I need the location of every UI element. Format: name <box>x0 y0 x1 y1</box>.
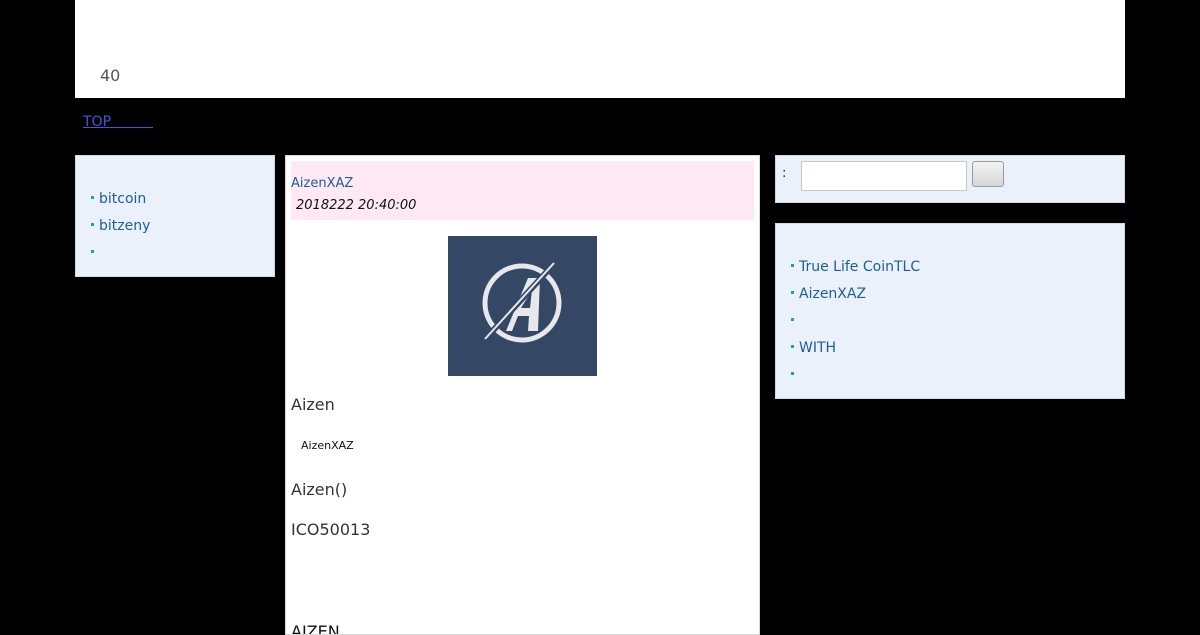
right-sidebar-item-3[interactable] <box>791 311 920 338</box>
right-link-list: True Life CoinTLC AizenXAZ WITH <box>791 257 920 392</box>
article-paragraph-2: AizenXAZ <box>301 439 354 452</box>
search-button[interactable] <box>972 161 1004 187</box>
article-paragraph-4: ICO50013 <box>291 520 371 539</box>
left-sidebar-item-3[interactable] <box>91 243 150 270</box>
aizen-logo-icon <box>448 236 597 376</box>
left-sidebar-item-bitzeny[interactable]: bitzeny <box>91 216 150 243</box>
right-sidebar-item-aizen[interactable]: AizenXAZ <box>791 284 920 311</box>
search-label: : <box>782 166 787 181</box>
bullet-icon <box>91 195 94 199</box>
bullet-icon <box>791 317 794 321</box>
article-date: 2018222 20:40:00 <box>296 198 417 213</box>
right-sidebar-item-tlc[interactable]: True Life CoinTLC <box>791 257 920 284</box>
header-count: 40 <box>100 66 121 85</box>
header-box: 40 <box>75 0 1125 98</box>
article-panel: AizenXAZ 2018222 20:40:00 Aizen AizenXAZ… <box>285 155 760 635</box>
bullet-icon <box>791 290 794 294</box>
bullet-icon <box>791 263 794 267</box>
bullet-icon <box>791 344 794 348</box>
article-header: AizenXAZ 2018222 20:40:00 <box>291 161 754 220</box>
left-link-list: bitcoin bitzeny <box>91 189 150 270</box>
bullet-icon <box>91 249 94 253</box>
right-sidebar-item-with[interactable]: WITH <box>791 338 920 365</box>
article-paragraph-3: Aizen() <box>291 480 348 499</box>
article-paragraph-5: AIZEN <box>291 622 340 635</box>
bullet-icon <box>791 371 794 375</box>
right-sidebar-item-5[interactable] <box>791 365 920 392</box>
bullet-icon <box>91 222 94 226</box>
left-sidebar-item-bitcoin[interactable]: bitcoin <box>91 189 150 216</box>
article-paragraph-1: Aizen <box>291 395 335 414</box>
right-sidebar: True Life CoinTLC AizenXAZ WITH <box>775 223 1125 399</box>
left-sidebar: bitcoin bitzeny <box>75 155 275 277</box>
search-input[interactable] <box>801 161 967 191</box>
search-panel: : <box>775 155 1125 203</box>
article-title[interactable]: AizenXAZ <box>291 176 353 191</box>
top-link[interactable]: TOP <box>83 111 153 131</box>
